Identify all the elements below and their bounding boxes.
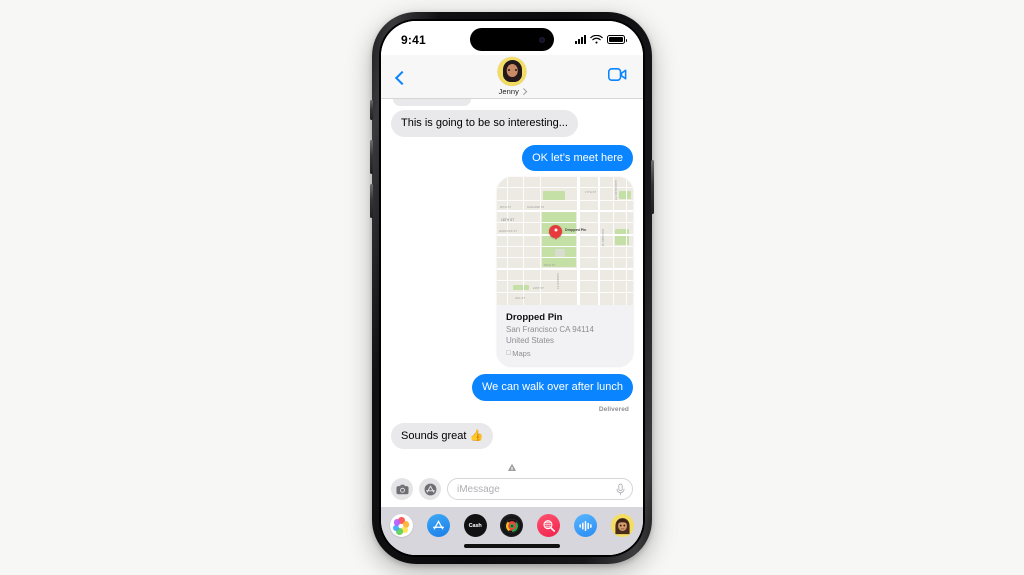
app-store-app-icon[interactable] — [426, 514, 450, 537]
location-source-label: Maps — [507, 349, 530, 359]
partial-bubble — [393, 99, 471, 106]
apps-button[interactable] — [419, 478, 441, 500]
battery-full-icon — [607, 35, 627, 44]
location-card-info: Dropped Pin San Francisco CA 94114 Unite… — [497, 305, 633, 367]
facetime-button[interactable] — [605, 64, 629, 84]
audio-waveform-icon — [579, 520, 592, 531]
image-search-icon — [543, 519, 555, 532]
music-app-icon[interactable] — [500, 514, 524, 537]
photos-app-icon[interactable] — [390, 514, 413, 537]
apple-cash-label: Cash — [468, 522, 482, 529]
images-app-icon[interactable] — [537, 514, 561, 537]
location-title: Dropped Pin — [506, 312, 563, 324]
map-street-label: 18TH ST — [501, 218, 515, 223]
vinyl-record-icon — [502, 515, 522, 536]
audio-app-icon[interactable] — [574, 514, 598, 537]
contact-name: Jenny — [498, 87, 519, 96]
front-camera-icon — [539, 36, 545, 43]
message-input-placeholder: iMessage — [457, 483, 500, 495]
map-street-label: HILL ST — [515, 297, 526, 301]
location-message-card[interactable]: 20TH ST OAKLAND ST 18TH ST HANCOCK ST 17… — [497, 177, 633, 367]
iphone-device-frame: 9:41 Jenny This is going to be so intere… — [370, 12, 654, 564]
map-street-label: CHURCH ST — [556, 273, 559, 290]
message-bubble-incoming[interactable]: Sounds great 👍 — [386, 422, 494, 450]
warning-triangle-icon — [508, 463, 516, 471]
location-source-row:  Maps — [506, 349, 624, 358]
status-badge: Delivered — [598, 405, 629, 413]
memoji-avatar-icon — [610, 514, 634, 537]
map-preview-image[interactable]: 20TH ST OAKLAND ST 18TH ST HANCOCK ST 17… — [497, 177, 633, 306]
status-time: 9:41 — [401, 32, 426, 47]
message-row-incoming-2: Sounds great 👍 — [386, 422, 633, 450]
map-street-label: OAKLAND ST — [527, 206, 545, 210]
microphone-icon[interactable] — [616, 483, 625, 496]
home-indicator-area — [381, 541, 643, 555]
chevron-left-icon — [394, 70, 410, 86]
imessage-app-drawer[interactable]: Cash — [381, 507, 643, 541]
silence-switch-button[interactable] — [370, 100, 373, 120]
memoji-app-icon[interactable] — [610, 514, 634, 537]
security-notice: An unrecognized device may have been add… — [391, 463, 633, 471]
location-address-line2: United States — [506, 335, 555, 345]
map-park-area — [542, 211, 576, 268]
location-address-line1: San Francisco CA 94114 — [506, 325, 594, 335]
back-button[interactable] — [393, 65, 411, 91]
map-pin-label: Dropped Pin — [565, 228, 587, 233]
message-row-outgoing-1: OK let’s meet here — [391, 144, 633, 172]
map-pin-icon — [549, 225, 562, 239]
wifi-icon — [590, 34, 603, 44]
message-row-incoming-1: This is going to be so interesting... — [387, 110, 633, 137]
message-bubble-outgoing[interactable]: We can walk over after lunch — [471, 374, 638, 401]
map-street-label: 20TH ST — [500, 206, 512, 210]
home-indicator[interactable] — [464, 544, 560, 548]
power-button[interactable] — [651, 160, 654, 214]
dynamic-island — [470, 28, 554, 51]
camera-icon — [395, 484, 409, 494]
message-bubble-incoming[interactable]: This is going to be so interesting... — [387, 110, 578, 137]
message-row-location: 20TH ST OAKLAND ST 18TH ST HANCOCK ST 17… — [391, 177, 633, 367]
message-row-outgoing-2: We can walk over after lunch — [391, 374, 638, 401]
avatar-eyes — [507, 69, 517, 71]
app-store-icon — [424, 483, 436, 495]
camera-button[interactable] — [391, 478, 413, 500]
volume-down-button[interactable] — [370, 184, 373, 218]
phone-bezel: 9:41 Jenny This is going to be so intere… — [379, 19, 645, 557]
map-street-label: HANCOCK ST — [499, 230, 518, 234]
delivery-status-row: Delivered — [391, 406, 633, 413]
conversation-header: Jenny — [381, 55, 643, 99]
volume-up-button[interactable] — [370, 140, 373, 174]
avatar — [497, 57, 527, 86]
message-row-partial — [391, 99, 633, 106]
status-indicators — [575, 34, 627, 45]
app-store-glyph-icon — [432, 520, 444, 530]
message-list[interactable]: This is going to be so interesting... OK… — [381, 99, 643, 471]
apple-logo-icon:  — [506, 350, 511, 357]
message-input-field[interactable]: iMessage — [447, 478, 633, 500]
cellular-signal-icon — [575, 35, 586, 44]
contact-header-button[interactable]: Jenny — [497, 57, 527, 96]
map-street-label: 21ST ST — [533, 287, 544, 291]
map-street-label: 17TH ST — [585, 191, 597, 195]
chevron-right-icon — [520, 88, 527, 95]
phone-screen: 9:41 Jenny This is going to be so intere… — [381, 21, 643, 555]
contact-name-row: Jenny — [498, 87, 527, 96]
video-camera-icon — [607, 67, 626, 81]
map-street-label: DOLORES ST — [601, 229, 604, 247]
status-bar: 9:41 — [381, 21, 643, 55]
apple-cash-app-icon[interactable]: Cash — [463, 514, 487, 537]
map-street-label: 19TH ST — [544, 264, 556, 268]
message-bubble-outgoing[interactable]: OK let’s meet here — [522, 144, 633, 172]
message-input-bar: iMessage — [381, 471, 643, 507]
map-street-label: GUERRERO ST — [614, 180, 617, 201]
